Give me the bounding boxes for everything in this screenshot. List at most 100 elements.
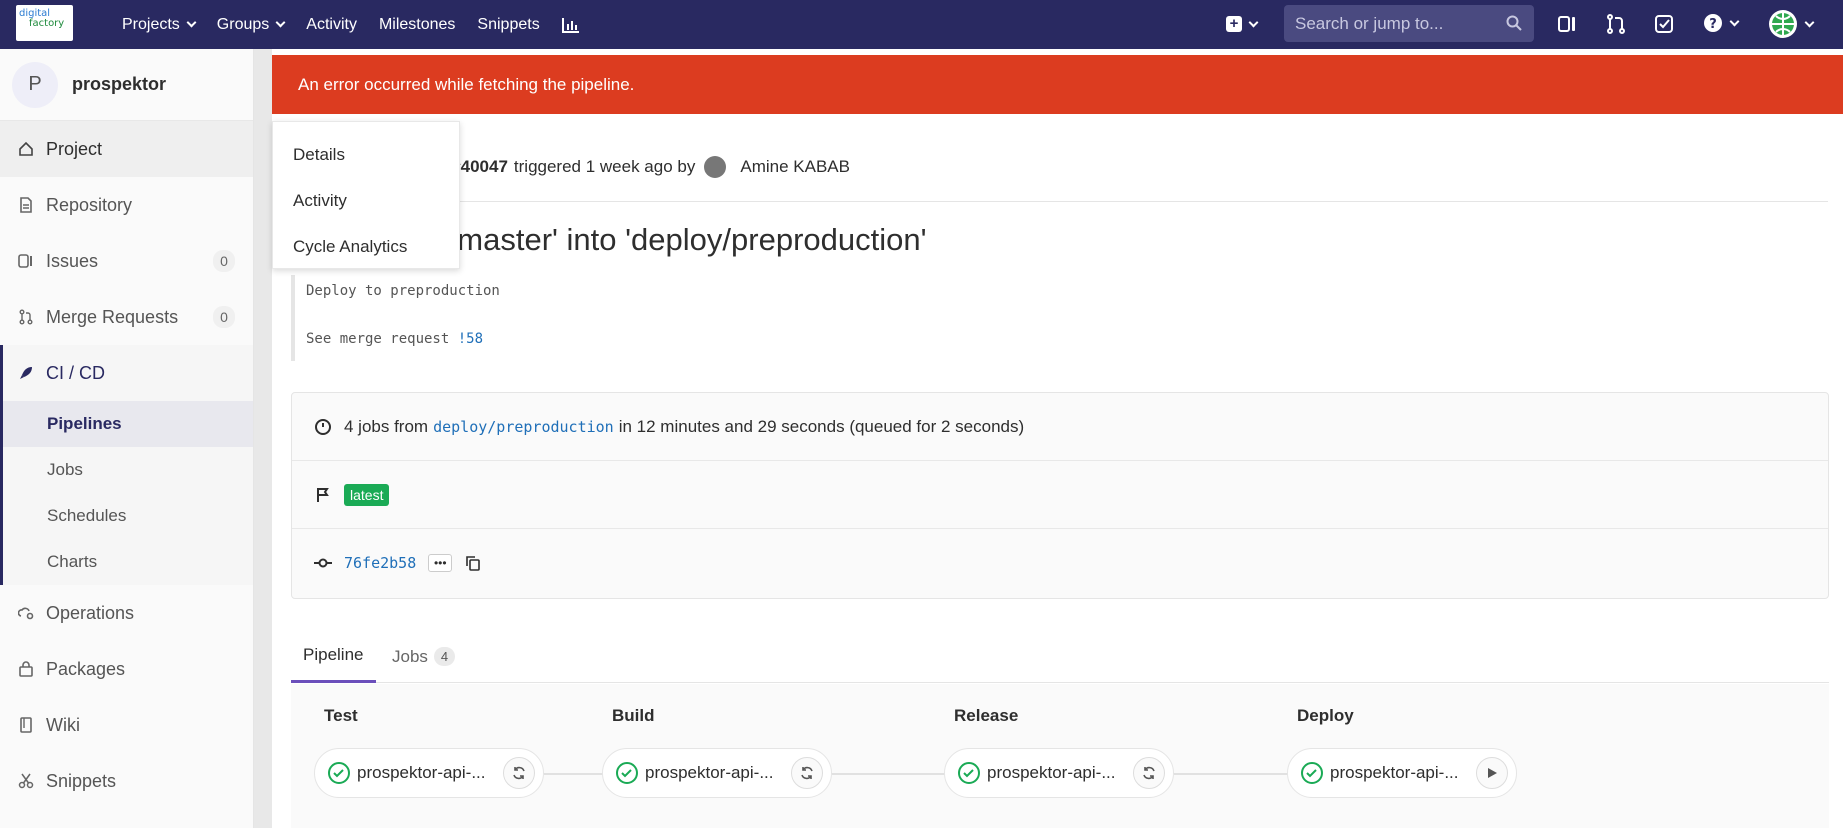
- play-button[interactable]: [1476, 757, 1508, 789]
- pipeline-tabs: Pipeline Jobs 4: [291, 630, 1829, 683]
- commit-title: ch 'master' into 'deploy/preproduction': [410, 222, 927, 257]
- jobs-summary-row: 4 jobs from deploy/preproduction in 12 m…: [292, 393, 1828, 461]
- retry-button[interactable]: [791, 757, 823, 789]
- copy-icon[interactable]: [464, 554, 482, 572]
- sidebar-item-issues[interactable]: Issues 0: [0, 233, 253, 289]
- latest-badge: latest: [344, 483, 390, 506]
- tab-label: Jobs: [392, 646, 428, 666]
- retry-icon: [801, 766, 813, 780]
- tags-row: latest: [292, 461, 1828, 529]
- expand-commit-button[interactable]: •••: [428, 554, 453, 572]
- sidebar-item-cicd[interactable]: CI / CD: [3, 345, 253, 401]
- plus-icon: +: [1226, 16, 1242, 32]
- nav-projects[interactable]: Projects: [122, 15, 197, 34]
- commit-row: 76fe2b58 •••: [292, 529, 1828, 597]
- job-name: prospektor-api-...: [987, 763, 1116, 782]
- pipeline-user[interactable]: Amine KABAB: [740, 157, 850, 177]
- logo-text-2: factory: [29, 18, 65, 29]
- job-test[interactable]: prospektor-api-...: [314, 748, 544, 798]
- pipeline-info-box: 4 jobs from deploy/preproduction in 12 m…: [291, 392, 1829, 599]
- sidebar-subitem-jobs[interactable]: Jobs: [3, 447, 253, 493]
- job-name: prospektor-api-...: [357, 763, 486, 782]
- tab-jobs[interactable]: Jobs 4: [392, 630, 456, 683]
- sidebar-subitem-pipelines[interactable]: Pipelines: [3, 401, 253, 447]
- help-dropdown[interactable]: ?: [1703, 13, 1740, 33]
- play-icon: [1488, 768, 1497, 778]
- retry-icon: [513, 766, 525, 780]
- pipeline-triggered-text: triggered 1 week ago by: [513, 157, 696, 176]
- job-release[interactable]: prospektor-api-...: [944, 748, 1174, 798]
- nav-groups[interactable]: Groups: [217, 16, 286, 34]
- nav-snippets[interactable]: Snippets: [477, 16, 539, 34]
- merge-icon: [19, 309, 33, 325]
- sidebar-item-label: Packages: [46, 658, 126, 679]
- sidebar-item-operations[interactable]: Operations: [0, 585, 253, 641]
- pipeline-graph: Test Build Release Deploy prospektor-api…: [291, 684, 1829, 828]
- digital-factory-logo[interactable]: digital factory: [16, 5, 73, 41]
- commit-desc-line-1: Deploy to preproduction: [306, 283, 500, 299]
- stage-title-test: Test: [324, 706, 358, 725]
- sidebar-subitem-schedules[interactable]: Schedules: [3, 493, 253, 539]
- scissors-icon: [18, 773, 34, 789]
- project-header[interactable]: P prospektor: [0, 49, 253, 121]
- jobs-count-badge: 4: [433, 647, 456, 666]
- merge-requests-count-badge: 0: [213, 306, 235, 328]
- sidebar-item-merge-requests[interactable]: Merge Requests 0: [0, 289, 253, 345]
- nav-projects-label: Projects: [122, 15, 180, 33]
- stage-title-release: Release: [954, 706, 1019, 725]
- nav-analytics[interactable]: [561, 17, 580, 33]
- sidebar-item-label: Project: [46, 138, 103, 159]
- search-icon: [1506, 15, 1522, 31]
- search-input[interactable]: Search or jump to...: [1284, 5, 1534, 42]
- book-icon: [20, 717, 32, 733]
- sidebar-item-wiki[interactable]: Wiki: [0, 697, 253, 753]
- project-avatar: P: [12, 61, 58, 108]
- rocket-icon: [20, 367, 32, 379]
- status-success-icon: [328, 762, 350, 784]
- package-icon: [19, 661, 33, 677]
- stage-connector: [832, 773, 954, 775]
- user-avatar-small[interactable]: [704, 156, 727, 178]
- sidebar-item-snippets[interactable]: Snippets: [0, 753, 253, 809]
- pipeline-info: e #40047 triggered 1 week ago by Amine K…: [437, 156, 850, 178]
- chevron-down-icon: [275, 17, 286, 28]
- sidebar-scrollbar[interactable]: [254, 49, 272, 828]
- nav-activity[interactable]: Activity: [306, 16, 357, 34]
- status-success-icon: [616, 762, 638, 784]
- menu-item-activity[interactable]: Activity: [273, 178, 459, 224]
- new-dropdown[interactable]: +: [1226, 16, 1259, 32]
- sidebar-subitem-charts[interactable]: Charts: [3, 539, 253, 585]
- menu-item-cycle-analytics[interactable]: Cycle Analytics: [273, 224, 459, 270]
- todo-icon[interactable]: [1652, 12, 1676, 36]
- jobs-prefix: 4 jobs from: [344, 416, 429, 436]
- sidebar-item-label: Issues: [46, 250, 99, 271]
- branch-link[interactable]: deploy/preproduction: [433, 418, 614, 436]
- chevron-down-icon: [1729, 16, 1740, 26]
- nav-milestones[interactable]: Milestones: [379, 16, 455, 34]
- job-build[interactable]: prospektor-api-...: [602, 748, 832, 798]
- merge-request-link[interactable]: !58: [458, 331, 483, 347]
- project-sidebar: P prospektor Project Repository Issues 0…: [0, 49, 254, 828]
- sidebar-item-repository[interactable]: Repository: [0, 177, 253, 233]
- sidebar-item-label: Merge Requests: [46, 306, 179, 327]
- tab-pipeline[interactable]: Pipeline: [291, 630, 376, 683]
- user-menu[interactable]: [1768, 9, 1815, 39]
- commit-sha-link[interactable]: 76fe2b58: [344, 554, 416, 572]
- status-success-icon: [958, 762, 980, 784]
- tab-label: Pipeline: [303, 645, 364, 664]
- cicd-section: CI / CD Pipelines Jobs Schedules Charts: [0, 345, 253, 585]
- doc-icon: [20, 197, 32, 213]
- retry-button[interactable]: [1133, 757, 1165, 789]
- retry-button[interactable]: [503, 757, 535, 789]
- sidebar-item-label: CI / CD: [46, 362, 106, 383]
- clock-icon: [315, 418, 331, 435]
- job-name: prospektor-api-...: [645, 763, 774, 782]
- sidebar-item-project[interactable]: Project: [0, 121, 253, 177]
- sidebar-item-label: Operations: [46, 602, 135, 623]
- job-deploy[interactable]: prospektor-api-...: [1287, 748, 1517, 798]
- issues-count-badge: 0: [213, 250, 235, 272]
- merge-request-icon[interactable]: [1604, 12, 1628, 36]
- sidebar-item-packages[interactable]: Packages: [0, 641, 253, 697]
- menu-item-details[interactable]: Details: [273, 132, 459, 178]
- sidebar-toggle-icon[interactable]: [1555, 12, 1579, 36]
